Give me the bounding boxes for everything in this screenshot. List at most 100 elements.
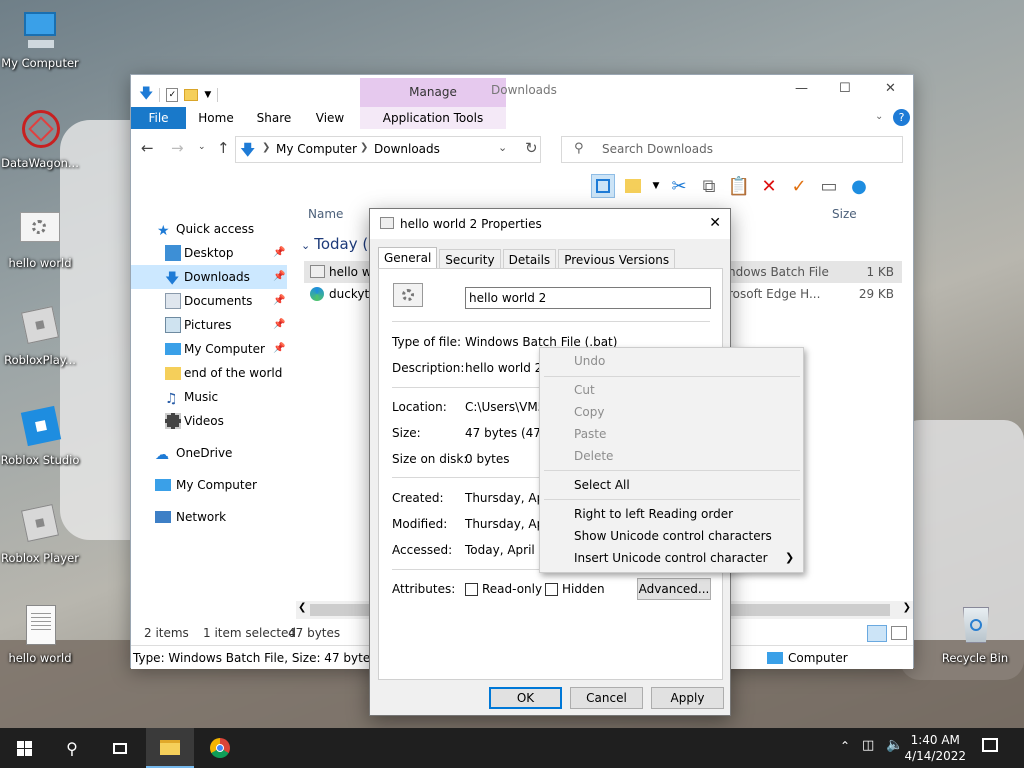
recent-chevron-icon[interactable]: ⌄ (198, 142, 206, 152)
pin-icon[interactable]: 📌 (273, 241, 285, 265)
desktop-icon-roblox-player[interactable]: Roblox Player (0, 503, 80, 565)
menu-item-show-unicode[interactable]: Show Unicode control characters (574, 529, 772, 543)
tab-general[interactable]: General (378, 247, 438, 270)
delete-icon[interactable]: ✕ (757, 174, 781, 198)
nav-desktop[interactable]: Desktop 📌 (131, 241, 287, 265)
chevron-down-icon[interactable]: ⌄ (498, 141, 507, 154)
tab-manage[interactable]: Manage (360, 78, 506, 107)
pin-icon[interactable]: 📌 (273, 337, 285, 361)
notifications-icon[interactable] (982, 738, 998, 752)
tab-details[interactable]: Details (502, 249, 557, 270)
start-button[interactable] (0, 728, 48, 768)
back-arrow-icon[interactable]: ← (141, 139, 154, 157)
task-view-button[interactable] (96, 728, 144, 768)
copy-icon[interactable]: ⧉ (697, 174, 721, 198)
desktop-icon-hello-world-txt[interactable]: hello world (0, 603, 80, 665)
breadcrumb-downloads[interactable]: Downloads (374, 142, 440, 156)
column-header-name[interactable]: Name (308, 207, 343, 221)
chevron-down-icon[interactable]: ▼ (204, 90, 211, 100)
tab-previous-versions[interactable]: Previous Versions (558, 249, 676, 270)
desktop-icon-roblox-studio[interactable]: Roblox Studio (0, 405, 80, 467)
globe-icon[interactable]: ● (847, 174, 871, 198)
forward-arrow-icon[interactable]: → (171, 139, 184, 157)
nav-music[interactable]: ♫ Music (131, 385, 287, 409)
close-icon[interactable]: ✕ (885, 81, 896, 96)
nav-downloads[interactable]: 🡇 Downloads 📌 (131, 265, 287, 289)
network-icon[interactable]: ◫ (862, 738, 874, 753)
cut-icon[interactable]: ✂ (667, 174, 691, 198)
file-name-input[interactable]: hello world 2 (465, 287, 711, 309)
advanced-button[interactable]: Advanced... (637, 578, 711, 600)
size-on-disk-value[interactable]: 0 bytes (465, 452, 510, 466)
dropdown-arrow-icon[interactable]: ▼ (651, 174, 661, 198)
address-bar[interactable]: 🡇 ❯ My Computer ❯ Downloads ⌄ (235, 136, 541, 163)
tab-view[interactable]: View (307, 107, 353, 129)
column-header-size[interactable]: Size (832, 207, 857, 221)
maximize-icon[interactable]: ☐ (839, 81, 851, 96)
search-input[interactable]: ⚲ Search Downloads (561, 136, 903, 163)
nav-onedrive[interactable]: ☁ OneDrive (131, 441, 287, 465)
pin-icon[interactable]: 📌 (273, 289, 285, 313)
nav-pictures[interactable]: Pictures 📌 (131, 313, 287, 337)
tab-file[interactable]: File (131, 107, 186, 129)
tab-security[interactable]: Security (439, 249, 501, 270)
menu-item-rtl-reading-order[interactable]: Right to left Reading order (574, 507, 733, 521)
menu-item-delete[interactable]: Delete (574, 449, 613, 463)
breadcrumb-my-computer[interactable]: My Computer (276, 142, 357, 156)
desktop-icon-datawagon[interactable]: DataWagon... (0, 108, 80, 170)
paste-icon[interactable]: 📋 (727, 174, 751, 198)
location-value[interactable]: C:\Users\VM5\ (465, 400, 549, 414)
desktop-icon-recycle-bin[interactable]: Recycle Bin (935, 603, 1015, 665)
search-button[interactable]: ⚲ (48, 728, 96, 768)
preview-pane-icon[interactable] (591, 174, 615, 198)
readonly-checkbox[interactable] (465, 583, 478, 596)
down-arrow-icon[interactable]: 🡇 (139, 83, 153, 107)
menu-item-insert-unicode[interactable]: Insert Unicode control character (574, 551, 768, 565)
desktop-icon-hello-world-bat[interactable]: hello world (0, 208, 80, 270)
nav-my-computer-pinned[interactable]: My Computer 📌 (131, 337, 287, 361)
details-view-icon[interactable] (867, 625, 887, 642)
nav-network[interactable]: Network (131, 505, 287, 529)
group-header-today[interactable]: ⌄ Today (2 (301, 235, 378, 253)
menu-item-select-all[interactable]: Select All (574, 478, 630, 492)
up-arrow-icon[interactable]: ↑ (217, 139, 230, 157)
hidden-label[interactable]: Hidden (562, 582, 605, 596)
apply-button[interactable]: Apply (651, 687, 724, 709)
desktop-icon-robloxplayer[interactable]: RobloxPlay... (0, 305, 80, 367)
new-item-icon[interactable] (621, 174, 645, 198)
volume-icon[interactable]: 🔈 (886, 737, 903, 753)
taskbar-chrome[interactable] (196, 728, 244, 768)
taskbar-file-explorer[interactable] (146, 728, 194, 768)
tab-share[interactable]: Share (251, 107, 297, 129)
dialog-title-bar[interactable]: hello world 2 Properties ✕ (370, 209, 730, 239)
menu-item-copy[interactable]: Copy (574, 405, 604, 419)
menu-item-undo[interactable]: Undo (574, 354, 605, 368)
refresh-icon[interactable]: ↻ (525, 139, 538, 157)
nav-quick-access[interactable]: ★ Quick access (131, 217, 287, 241)
scroll-left-icon[interactable]: ❮ (298, 602, 306, 613)
scroll-right-icon[interactable]: ❯ (903, 602, 911, 613)
properties-check-icon[interactable]: ✓ (166, 88, 179, 102)
context-menu[interactable]: Undo Cut Copy Paste Delete Select All Ri… (539, 347, 804, 573)
new-folder-icon[interactable] (184, 89, 199, 101)
description-value[interactable]: hello world 2 (465, 361, 542, 375)
title-bar[interactable]: 🡇 ✓ ▼ Manage Downloads — ☐ ✕ (131, 75, 913, 107)
help-icon[interactable]: ? (893, 109, 910, 126)
nav-videos[interactable]: Videos (131, 409, 287, 433)
show-hidden-icons-icon[interactable]: ⌃ (840, 739, 850, 753)
hidden-checkbox[interactable] (545, 583, 558, 596)
minimize-icon[interactable]: — (795, 81, 808, 96)
checkmark-icon[interactable]: ✓ (787, 174, 811, 198)
tab-home[interactable]: Home (193, 107, 239, 129)
pin-icon[interactable]: 📌 (273, 313, 285, 337)
readonly-label[interactable]: Read-only (482, 582, 542, 596)
tab-application-tools[interactable]: Application Tools (360, 107, 506, 129)
cancel-button[interactable]: Cancel (570, 687, 643, 709)
pin-icon[interactable]: 📌 (273, 265, 285, 289)
menu-item-paste[interactable]: Paste (574, 427, 606, 441)
desktop-icon-my-computer[interactable]: My Computer (0, 8, 80, 70)
nav-end-of-the-world[interactable]: end of the world (131, 361, 287, 385)
menu-item-cut[interactable]: Cut (574, 383, 595, 397)
large-icons-view-icon[interactable] (891, 626, 907, 640)
nav-documents[interactable]: Documents 📌 (131, 289, 287, 313)
